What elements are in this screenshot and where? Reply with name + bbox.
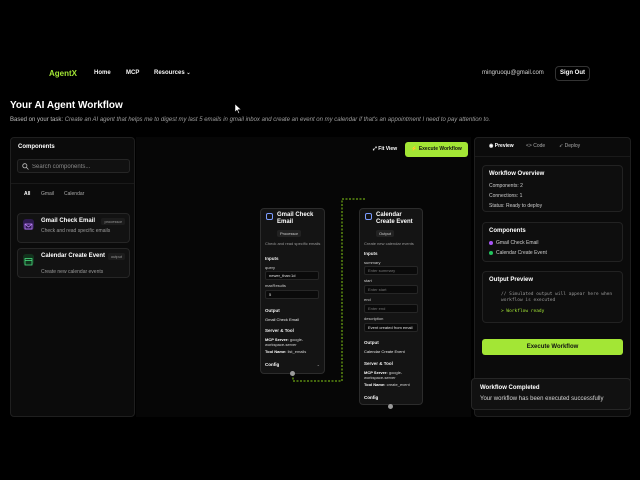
output-heading: Output	[265, 308, 280, 313]
output-handle[interactable]	[290, 371, 295, 376]
status-dot	[489, 250, 493, 255]
tool-name-info: Tool Name: create_event	[364, 382, 420, 387]
node-desc: Create new calendar events	[364, 241, 414, 246]
component-list-label: Gmail Check Email	[496, 240, 539, 246]
server-tool-heading: Server & Tool	[265, 328, 294, 333]
max-results-label: maxResults	[265, 283, 286, 288]
output-preview-card: Output Preview // Simulated output will …	[482, 271, 623, 323]
toast-title: Workflow Completed	[480, 385, 540, 391]
overview-connections: Connections: 1	[489, 193, 523, 199]
end-field[interactable]: Enter end	[364, 304, 418, 313]
node-desc: Check and read specific emails	[265, 241, 321, 246]
query-label: query	[265, 265, 276, 270]
mail-icon	[266, 213, 273, 220]
toast-body: Your workflow has been executed successf…	[480, 396, 604, 402]
overview-components: Components: 2	[489, 183, 523, 189]
chevron-down-icon[interactable]: ⌄	[317, 362, 320, 367]
fit-view-icon: ⤢	[372, 146, 377, 152]
tool-name-value: list_emails	[287, 349, 307, 354]
query-field[interactable]: newer_than:1d	[265, 271, 319, 280]
components-card-title: Components	[489, 228, 526, 234]
tool-name-key: Tool Name:	[364, 382, 386, 387]
fit-view-label: Fit View	[378, 146, 398, 152]
start-field[interactable]: Enter start	[364, 285, 418, 294]
eye-icon: ◉	[489, 143, 494, 149]
node-title: Gmail Check Email	[277, 212, 314, 225]
end-label: end	[364, 297, 371, 302]
execute-workflow-main-button[interactable]: Execute Workflow	[482, 339, 623, 355]
overview-title: Workflow Overview	[489, 171, 545, 177]
server-tool-heading: Server & Tool	[364, 361, 393, 366]
output-value: Calendar Create Event	[364, 349, 405, 354]
node-title: Calendar Create Event	[376, 212, 413, 225]
output-value: Gmail Check Email	[265, 317, 300, 322]
tab-preview-label: Preview	[494, 143, 514, 149]
fit-view-button[interactable]: ⤢ Fit View	[368, 142, 402, 157]
overview-status: Status: Ready to deploy	[489, 203, 543, 209]
component-list-item: Gmail Check Email	[489, 240, 539, 246]
node-tag: Processor	[277, 230, 302, 237]
tab-preview[interactable]: ◉ Preview	[489, 143, 514, 149]
output-preview-title: Output Preview	[489, 277, 534, 283]
lightning-icon: ⚡	[411, 146, 418, 152]
divider	[475, 156, 630, 157]
summary-field[interactable]: Enter summary	[364, 266, 418, 275]
component-list-label: Calendar Create Event	[496, 250, 547, 256]
node-tag: Output	[376, 230, 395, 237]
tab-deploy-label: Deploy	[564, 143, 581, 149]
output-handle[interactable]	[388, 404, 393, 409]
output-comment: // Simulated output will appear here whe…	[501, 292, 613, 303]
workflow-overview-card: Workflow Overview Components: 2 Connecti…	[482, 165, 623, 212]
calendar-node[interactable]: Calendar Create Event Output Create new …	[359, 208, 423, 405]
tab-code-label: Code	[533, 143, 546, 149]
mcp-server-info: MCP Server: google-workspace-server	[265, 337, 321, 347]
config-toggle[interactable]: Config	[364, 395, 378, 400]
code-icon: <>	[526, 143, 532, 149]
status-dot	[489, 240, 493, 245]
tool-name-value: create_event	[386, 382, 410, 387]
tool-name-key: Tool Name:	[265, 349, 287, 354]
execute-workflow-button[interactable]: ⚡ Execute Workflow	[405, 142, 468, 157]
preview-panel: ◉ Preview <> Code ➶ Deploy Workflow Over…	[474, 137, 631, 417]
description-label: description	[364, 316, 384, 321]
components-card: Components Gmail Check Email Calendar Cr…	[482, 222, 623, 262]
rocket-icon: ➶	[559, 143, 564, 149]
inputs-heading: Inputs	[364, 251, 378, 256]
component-list-item: Calendar Create Event	[489, 250, 547, 256]
mcp-server-info: MCP Server: google-workspace-server	[364, 370, 420, 380]
execute-workflow-label: Execute Workflow	[418, 146, 462, 152]
config-toggle[interactable]: Config	[265, 362, 279, 367]
calendar-icon	[365, 213, 372, 220]
description-field[interactable]: Event created from email	[364, 323, 418, 332]
output-ready: > Workflow ready	[501, 309, 545, 314]
success-toast: Workflow Completed Your workflow has bee…	[471, 378, 631, 410]
gmail-node[interactable]: Gmail Check Email Processor Check and re…	[260, 208, 325, 374]
tab-deploy[interactable]: ➶ Deploy	[559, 143, 580, 149]
summary-label: summary	[364, 260, 381, 265]
max-results-field[interactable]: 5	[265, 290, 319, 299]
inputs-heading: Inputs	[265, 256, 279, 261]
start-label: start	[364, 278, 372, 283]
tool-name-info: Tool Name: list_emails	[265, 349, 321, 354]
tab-code[interactable]: <> Code	[526, 143, 545, 149]
output-heading: Output	[364, 340, 379, 345]
